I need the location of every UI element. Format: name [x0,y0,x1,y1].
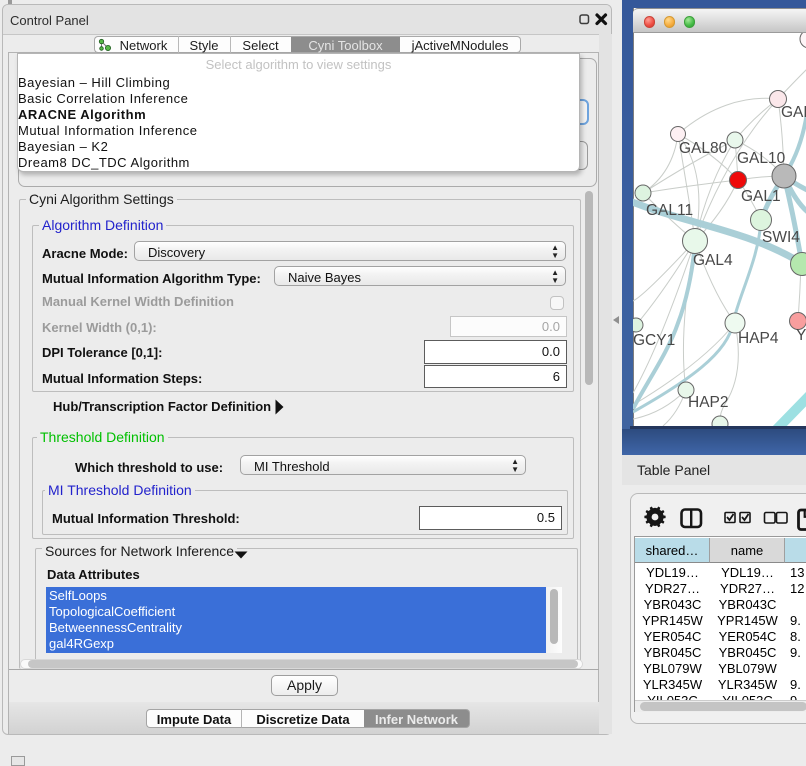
svg-text:GAL4: GAL4 [693,252,733,269]
svg-text:SWI4: SWI4 [762,229,800,246]
svg-text:GAL80: GAL80 [679,140,728,157]
svg-text:GAL7: GAL7 [781,104,806,121]
svg-text:GCY1: GCY1 [633,332,675,349]
svg-text:Y: Y [796,327,806,344]
svg-text:GAL11: GAL11 [646,202,693,219]
svg-text:GAL10: GAL10 [737,150,786,167]
svg-text:GAL1: GAL1 [741,188,781,205]
svg-text:HAP4: HAP4 [738,330,779,347]
svg-text:HAP2: HAP2 [688,394,729,411]
